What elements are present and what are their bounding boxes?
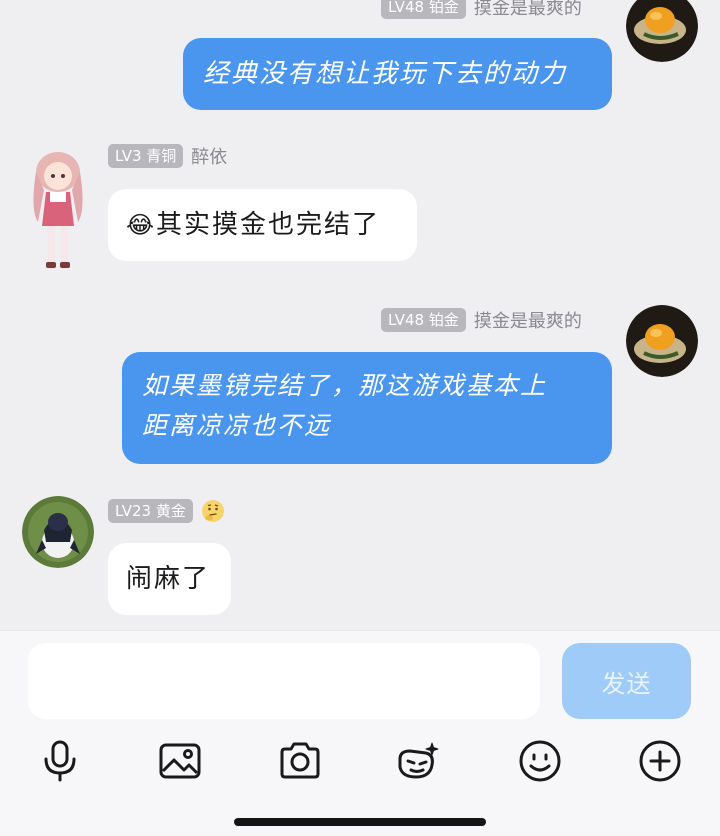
sender-meta: LV23 黄金	[108, 498, 225, 524]
message-text: 其实摸金也完结了	[156, 210, 381, 240]
camera-icon[interactable]	[278, 739, 322, 783]
message-bubble[interactable]: 如果墨镜完结了，那这游戏基本上 距离凉凉也不远	[122, 352, 612, 464]
laughing-crying-emoji: 😂	[126, 211, 157, 239]
thinking-face-emoji[interactable]	[201, 499, 225, 523]
message-composer: 发送	[0, 630, 720, 836]
chat-message-list[interactable]: LV48 铂金 摸金是最爽的 经典没有想让我玩下去的动力 LV3 青铜 醉依 😂…	[0, 0, 720, 630]
avatar[interactable]	[22, 496, 94, 568]
image-icon[interactable]	[158, 739, 202, 783]
sticker-icon[interactable]	[396, 739, 440, 783]
message-bubble[interactable]: 😂其实摸金也完结了	[108, 189, 417, 261]
home-indicator[interactable]	[234, 818, 486, 826]
sender-meta: LV3 青铜 醉依	[108, 143, 227, 169]
avatar[interactable]	[24, 150, 92, 274]
sender-nickname[interactable]: 摸金是最爽的	[474, 0, 582, 20]
level-badge: LV3 青铜	[108, 144, 184, 168]
level-badge: LV48 铂金	[381, 308, 466, 332]
message-text: 经典没有想让我玩下去的动力	[203, 59, 568, 89]
message-text: 闹麻了	[126, 564, 211, 594]
level-badge: LV48 铂金	[381, 0, 466, 19]
message-bubble[interactable]: 经典没有想让我玩下去的动力	[183, 38, 612, 110]
sender-meta: LV48 铂金 摸金是最爽的	[381, 0, 582, 20]
microphone-icon[interactable]	[38, 739, 82, 783]
sender-nickname[interactable]: 摸金是最爽的	[474, 307, 582, 333]
sender-meta: LV48 铂金 摸金是最爽的	[381, 307, 582, 333]
message-text-line: 距离凉凉也不远	[142, 411, 332, 440]
avatar[interactable]	[626, 0, 698, 62]
avatar[interactable]	[626, 305, 698, 377]
message-text-line: 如果墨镜完结了，那这游戏基本上	[142, 371, 548, 400]
send-button[interactable]: 发送	[562, 643, 691, 719]
level-badge: LV23 黄金	[108, 499, 193, 523]
message-input[interactable]	[28, 643, 540, 719]
sender-nickname[interactable]: 醉依	[191, 143, 227, 169]
message-bubble[interactable]: 闹麻了	[108, 543, 231, 615]
emoji-icon[interactable]	[518, 739, 562, 783]
plus-icon[interactable]	[638, 739, 682, 783]
